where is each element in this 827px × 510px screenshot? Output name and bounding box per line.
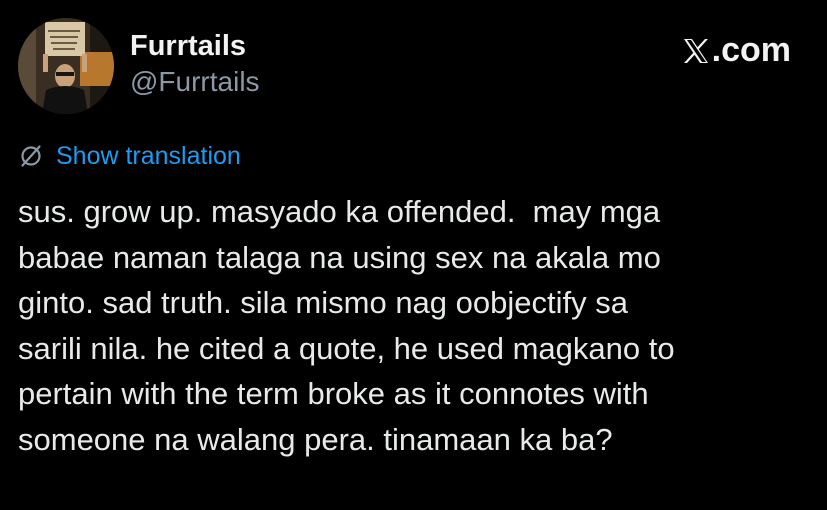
globe-slash-icon (18, 143, 44, 169)
brand-logo: .com (681, 30, 791, 70)
show-translation-button[interactable]: Show translation (18, 141, 241, 171)
tweet-line: babae naman talaga na using sex na akala… (18, 239, 661, 275)
show-translation-label: Show translation (56, 142, 241, 170)
x-logo-icon (681, 35, 711, 65)
tweet-line: someone na walang pera. tinamaan ka ba? (18, 421, 613, 457)
tweet-line: sus. grow up. masyado ka offended. may m… (18, 194, 661, 229)
brand-domain: .com (711, 31, 791, 69)
tweet-line: pertain with the term broke as it connot… (18, 376, 649, 412)
display-name[interactable]: Furrtails (130, 28, 260, 64)
avatar[interactable] (18, 18, 114, 114)
avatar-image (18, 18, 114, 114)
user-handle[interactable]: @Furrtails (130, 64, 260, 100)
user-block: Furrtails @Furrtails (130, 28, 260, 100)
tweet-text: sus. grow up. masyado ka offended. may m… (18, 189, 808, 463)
tweet-line: ginto. sad truth. sila mismo nag oobject… (18, 285, 628, 321)
tweet-line: sarili nila. he cited a quote, he used m… (18, 330, 675, 366)
tweet-header: Furrtails @Furrtails .com (18, 18, 791, 118)
